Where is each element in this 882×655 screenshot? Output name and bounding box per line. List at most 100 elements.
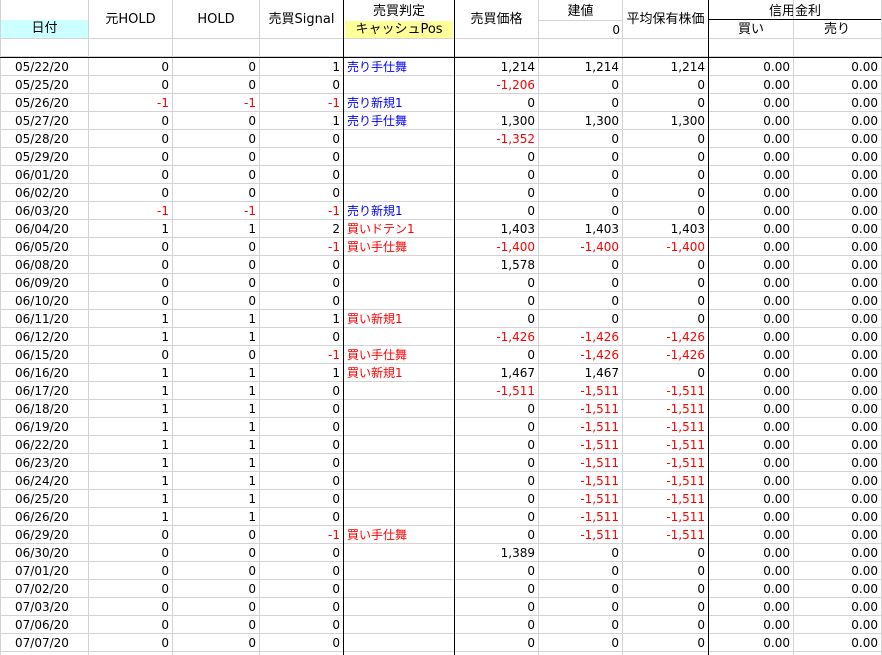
price-cell[interactable]: 1,300 <box>455 112 538 130</box>
signal-cell[interactable]: -1 <box>260 526 343 544</box>
avg-price-cell[interactable]: -1,511 <box>623 400 708 418</box>
judge-cell[interactable] <box>344 544 454 562</box>
avg-price-cell[interactable]: 0 <box>623 184 708 202</box>
signal-cell[interactable]: 0 <box>260 436 343 454</box>
margin-sell-cell[interactable]: 0.00 <box>794 508 881 526</box>
signal-cell[interactable]: 0 <box>260 130 343 148</box>
date-cell[interactable]: 06/19/20 <box>1 418 88 436</box>
margin-buy-cell[interactable]: 0.00 <box>709 76 793 94</box>
price-cell[interactable]: 0 <box>455 292 538 310</box>
position-cell[interactable]: -1,511 <box>539 400 622 418</box>
avg-price-cell[interactable]: -1,426 <box>623 328 708 346</box>
margin-buy-cell[interactable]: 0.00 <box>709 472 793 490</box>
price-cell[interactable]: 1,214 <box>455 58 538 76</box>
price-cell[interactable]: 0 <box>455 562 538 580</box>
margin-buy-cell[interactable]: 0.00 <box>709 562 793 580</box>
margin-sell-cell[interactable]: 0.00 <box>794 562 881 580</box>
orig-hold-cell[interactable]: 1 <box>89 418 172 436</box>
signal-cell[interactable]: 0 <box>260 490 343 508</box>
margin-sell-cell[interactable]: 0.00 <box>794 364 881 382</box>
avg-price-cell[interactable]: 0 <box>623 364 708 382</box>
judge-cell[interactable]: 買い新規1 <box>344 310 454 328</box>
judge-cell[interactable] <box>344 130 454 148</box>
signal-cell[interactable]: -1 <box>260 346 343 364</box>
position-cell[interactable]: -1,511 <box>539 526 622 544</box>
price-cell[interactable]: -1,426 <box>455 328 538 346</box>
margin-sell-cell[interactable]: 0.00 <box>794 490 881 508</box>
hold-cell[interactable]: 0 <box>173 130 259 148</box>
margin-buy-cell[interactable]: 0.00 <box>709 256 793 274</box>
signal-cell[interactable]: 0 <box>260 184 343 202</box>
date-cell[interactable]: 06/09/20 <box>1 274 88 292</box>
price-cell[interactable]: -1,352 <box>455 130 538 148</box>
date-cell[interactable]: 06/02/20 <box>1 184 88 202</box>
orig-hold-cell[interactable]: 1 <box>89 310 172 328</box>
price-cell[interactable]: 0 <box>455 472 538 490</box>
avg-price-cell[interactable]: 0 <box>623 544 708 562</box>
signal-cell[interactable]: 0 <box>260 418 343 436</box>
judge-cell[interactable]: 買い新規1 <box>344 364 454 382</box>
margin-buy-cell[interactable]: 0.00 <box>709 490 793 508</box>
margin-sell-cell[interactable]: 0.00 <box>794 94 881 112</box>
avg-price-cell[interactable]: 0 <box>623 310 708 328</box>
hold-cell[interactable]: 0 <box>173 616 259 634</box>
date-cell[interactable]: 05/25/20 <box>1 76 88 94</box>
hold-cell[interactable]: 0 <box>173 76 259 94</box>
margin-sell-cell[interactable]: 0.00 <box>794 238 881 256</box>
judge-cell[interactable] <box>344 418 454 436</box>
hold-cell[interactable]: 1 <box>173 328 259 346</box>
margin-sell-cell[interactable]: 0.00 <box>794 274 881 292</box>
judge-cell[interactable] <box>344 184 454 202</box>
header-judge[interactable]: 売買判定 <box>344 3 454 21</box>
judge-cell[interactable] <box>344 616 454 634</box>
header-price[interactable]: 売買価格 <box>455 11 538 29</box>
position-cell[interactable]: -1,426 <box>539 346 622 364</box>
hold-cell[interactable]: 1 <box>173 382 259 400</box>
hold-cell[interactable]: 0 <box>173 148 259 166</box>
position-cell[interactable]: -1,511 <box>539 508 622 526</box>
orig-hold-cell[interactable]: 0 <box>89 166 172 184</box>
orig-hold-cell[interactable]: 1 <box>89 508 172 526</box>
hold-cell[interactable]: 0 <box>173 184 259 202</box>
price-cell[interactable]: 0 <box>455 274 538 292</box>
margin-sell-cell[interactable]: 0.00 <box>794 292 881 310</box>
judge-cell[interactable] <box>344 292 454 310</box>
margin-sell-cell[interactable]: 0.00 <box>794 418 881 436</box>
hold-cell[interactable]: 0 <box>173 580 259 598</box>
avg-price-cell[interactable]: 0 <box>623 598 708 616</box>
signal-cell[interactable]: 0 <box>260 634 343 652</box>
date-cell[interactable]: 06/23/20 <box>1 454 88 472</box>
hold-cell[interactable]: 0 <box>173 166 259 184</box>
position-cell[interactable]: -1,426 <box>539 328 622 346</box>
price-cell[interactable]: 0 <box>455 616 538 634</box>
orig-hold-cell[interactable]: 1 <box>89 220 172 238</box>
date-cell[interactable]: 06/03/20 <box>1 202 88 220</box>
price-cell[interactable]: 0 <box>455 634 538 652</box>
margin-sell-cell[interactable]: 0.00 <box>794 616 881 634</box>
signal-cell[interactable]: -1 <box>260 94 343 112</box>
price-cell[interactable]: 0 <box>455 598 538 616</box>
position-cell[interactable]: 1,467 <box>539 364 622 382</box>
avg-price-cell[interactable]: 0 <box>623 94 708 112</box>
header-position[interactable]: 建値 <box>539 3 622 21</box>
hold-cell[interactable]: 0 <box>173 346 259 364</box>
signal-cell[interactable]: 0 <box>260 562 343 580</box>
hold-cell[interactable]: 1 <box>173 508 259 526</box>
judge-cell[interactable]: 買い手仕舞 <box>344 346 454 364</box>
position-cell[interactable]: -1,511 <box>539 472 622 490</box>
signal-cell[interactable]: 0 <box>260 382 343 400</box>
judge-cell[interactable]: 買い手仕舞 <box>344 526 454 544</box>
hold-cell[interactable]: -1 <box>173 202 259 220</box>
date-cell[interactable]: 06/05/20 <box>1 238 88 256</box>
position-cell[interactable]: 0 <box>539 634 622 652</box>
judge-cell[interactable]: 買いドテン1 <box>344 220 454 238</box>
orig-hold-cell[interactable]: 0 <box>89 616 172 634</box>
hold-cell[interactable]: 0 <box>173 256 259 274</box>
date-cell[interactable]: 06/18/20 <box>1 400 88 418</box>
margin-sell-cell[interactable]: 0.00 <box>794 544 881 562</box>
header-avg-price[interactable]: 平均保有株価 <box>623 11 708 29</box>
signal-cell[interactable]: 0 <box>260 256 343 274</box>
position-cell[interactable]: -1,511 <box>539 382 622 400</box>
date-cell[interactable]: 06/04/20 <box>1 220 88 238</box>
date-cell[interactable]: 07/06/20 <box>1 616 88 634</box>
